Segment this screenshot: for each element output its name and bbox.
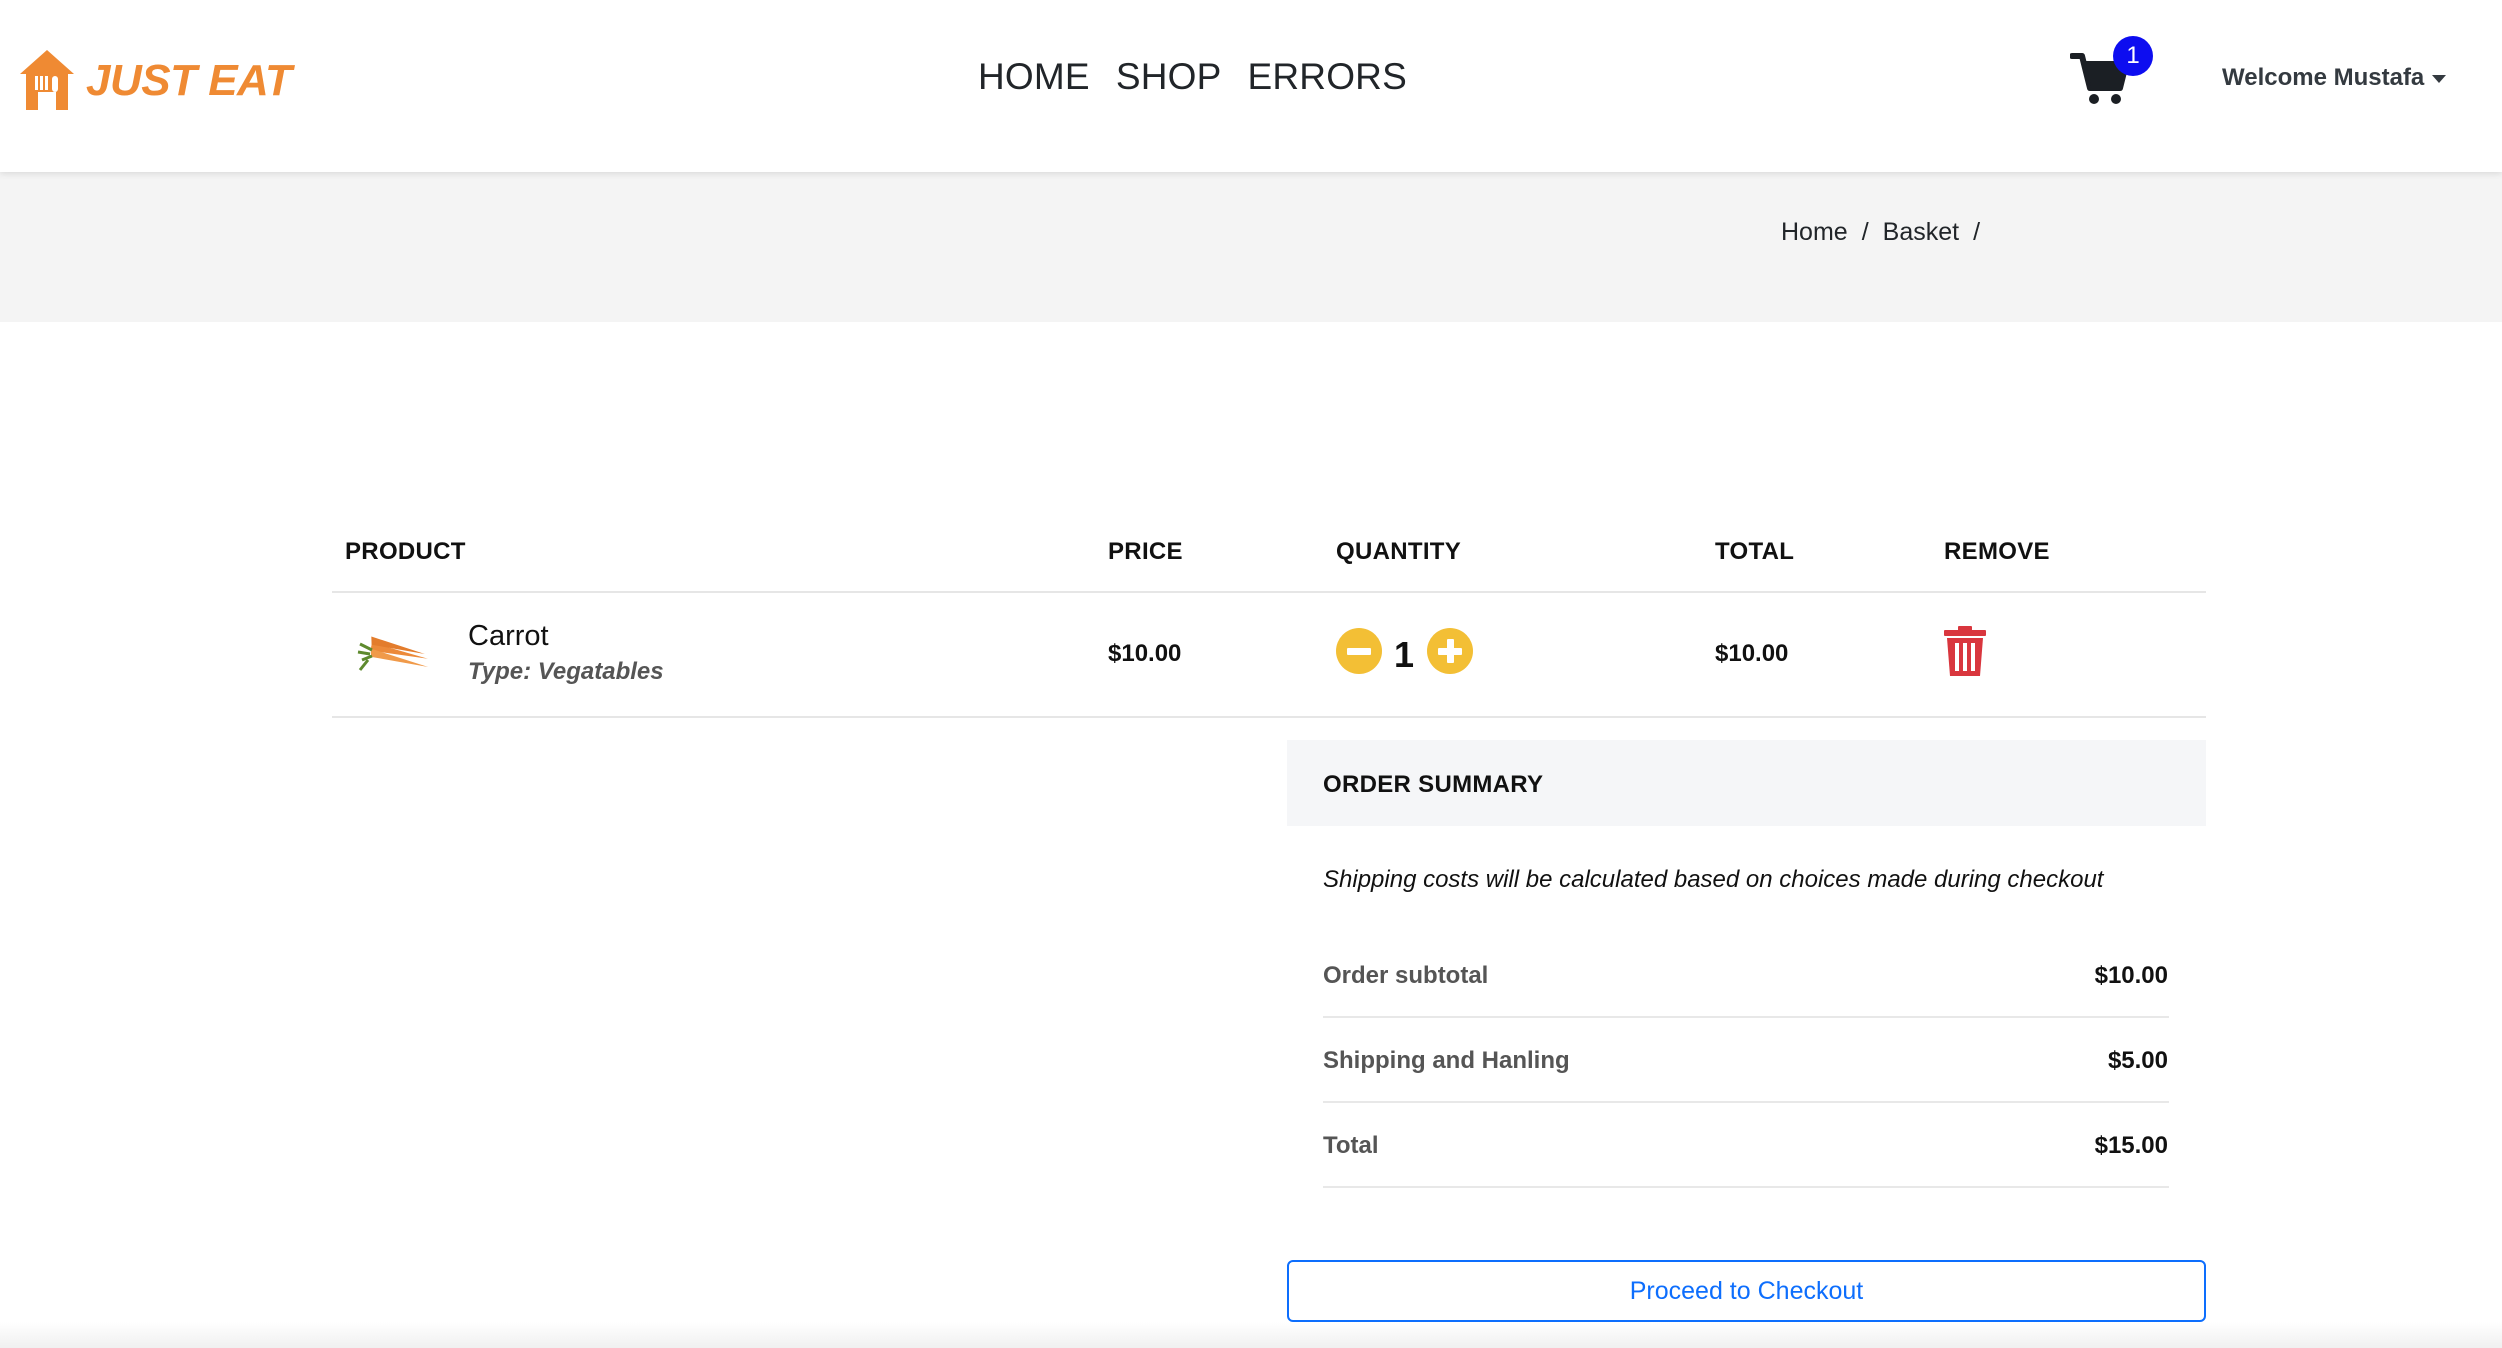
- row-divider: [332, 716, 2206, 718]
- order-summary-header: ORDER SUMMARY: [1287, 740, 2206, 826]
- product-type: Type: Vegatables: [468, 658, 664, 685]
- nav-shop[interactable]: SHOP: [1116, 56, 1222, 98]
- nav-errors[interactable]: ERRORS: [1247, 56, 1407, 98]
- minus-icon: [1347, 647, 1371, 655]
- breadcrumb-band: [0, 172, 2502, 322]
- brand-name: JUST EAT: [86, 56, 292, 105]
- top-navbar: JUST EAT HOME SHOP ERRORS 1 Welcome Must…: [0, 0, 2502, 172]
- subtotal-label: Order subtotal: [1323, 962, 1489, 989]
- nav-home[interactable]: HOME: [978, 56, 1090, 98]
- user-greeting: Welcome Mustafa: [2222, 64, 2425, 91]
- brand-logo[interactable]: JUST EAT: [16, 46, 292, 116]
- summary-divider: [1323, 1186, 2169, 1188]
- product-total: $10.00: [1715, 640, 1789, 667]
- trash-icon[interactable]: [1944, 626, 1986, 676]
- product-price: $10.00: [1108, 640, 1182, 667]
- order-summary-title: ORDER SUMMARY: [1323, 771, 1544, 798]
- breadcrumb-separator: /: [1973, 218, 1981, 246]
- shipping-label: Shipping and Hanling: [1323, 1047, 1570, 1074]
- house-fork-knife-icon: [20, 50, 74, 110]
- breadcrumb-separator: /: [1861, 218, 1869, 246]
- decrease-quantity-button[interactable]: [1336, 628, 1382, 674]
- header-total: TOTAL: [1715, 538, 1795, 565]
- increase-quantity-button[interactable]: [1427, 628, 1473, 674]
- quantity-value: 1: [1394, 634, 1415, 675]
- shipping-value: $5.00: [2107, 1047, 2168, 1074]
- proceed-to-checkout-button[interactable]: Proceed to Checkout: [1287, 1260, 2206, 1322]
- header-remove: REMOVE: [1944, 538, 2050, 565]
- shipping-note: Shipping costs will be calculated based …: [1323, 866, 2104, 893]
- header-price: PRICE: [1108, 538, 1183, 565]
- page-bottom-shade: [0, 1322, 2502, 1348]
- breadcrumb-home[interactable]: Home: [1781, 218, 1848, 247]
- header-product: PRODUCT: [345, 538, 466, 565]
- total-value: $15.00: [2094, 1132, 2168, 1159]
- summary-divider: [1323, 1016, 2169, 1018]
- product-name: Carrot: [468, 620, 549, 652]
- carrot-image: [357, 636, 429, 671]
- main-nav: HOME SHOP ERRORS: [978, 56, 1407, 98]
- breadcrumb: Home / Basket /: [1781, 218, 1980, 247]
- subtotal-value: $10.00: [2094, 962, 2168, 989]
- summary-divider: [1323, 1101, 2169, 1103]
- caret-down-icon: [2432, 75, 2447, 83]
- breadcrumb-basket[interactable]: Basket: [1883, 218, 1959, 247]
- header-divider: [332, 591, 2206, 593]
- total-label: Total: [1323, 1132, 1379, 1159]
- header-quantity: QUANTITY: [1336, 538, 1462, 565]
- user-menu[interactable]: Welcome Mustafa: [2222, 64, 2447, 92]
- cart-count-badge: 1: [2113, 36, 2153, 76]
